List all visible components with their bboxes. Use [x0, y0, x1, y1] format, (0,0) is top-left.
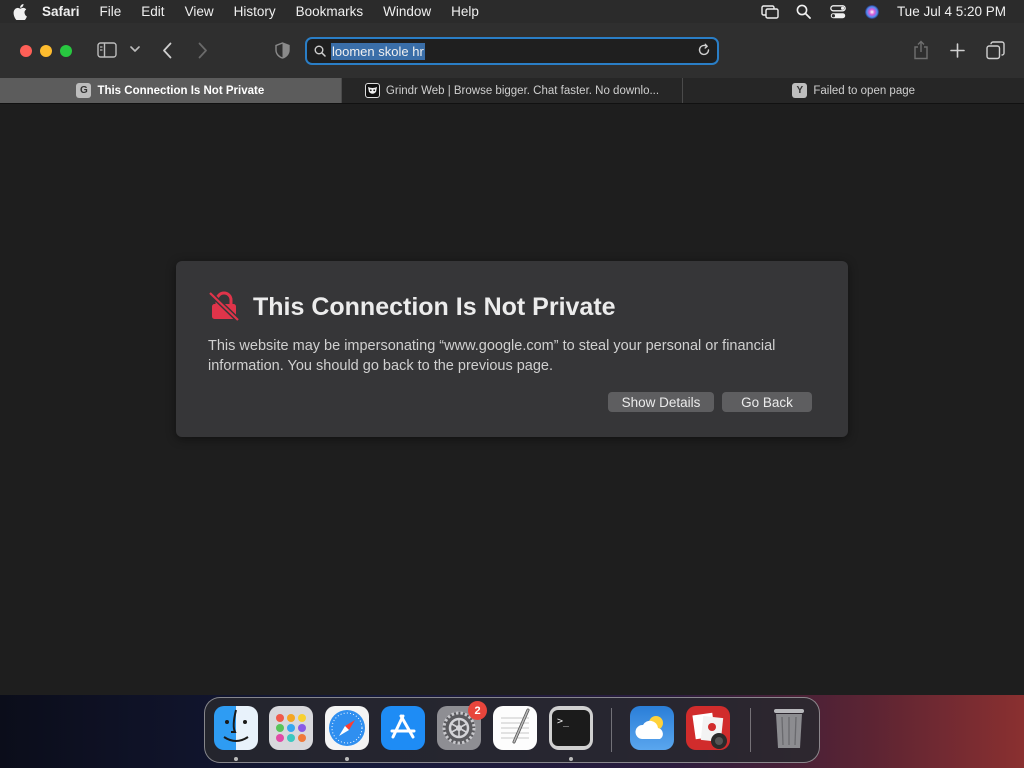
app-store-icon[interactable]: [381, 706, 425, 750]
address-bar[interactable]: loomen skole hr: [305, 37, 719, 65]
menu-file[interactable]: File: [90, 4, 132, 19]
address-input-value[interactable]: loomen skole hr: [331, 42, 425, 60]
tab-label: This Connection Is Not Private: [97, 84, 265, 97]
finder-running-indicator: [234, 757, 238, 761]
system-settings-icon[interactable]: 2: [437, 701, 487, 750]
go-back-button[interactable]: Go Back: [722, 392, 812, 412]
close-window-button[interactable]: [20, 45, 32, 57]
terminal-icon[interactable]: >_: [549, 706, 593, 750]
photo-booth-icon[interactable]: [686, 706, 730, 750]
menu-help[interactable]: Help: [441, 4, 489, 19]
yahoo-favicon-icon: Y: [792, 83, 808, 98]
tab-grindr[interactable]: Grindr Web | Browse bigger. Chat faster.…: [342, 78, 684, 103]
spotlight-search-icon[interactable]: [787, 4, 821, 19]
dock-separator: [750, 708, 751, 752]
google-favicon-icon: G: [76, 83, 92, 98]
notification-badge: 2: [468, 701, 487, 720]
tab-overview-icon[interactable]: [986, 41, 1005, 60]
minimize-window-button[interactable]: [40, 45, 52, 57]
privacy-shield-icon[interactable]: [275, 42, 290, 59]
finder-icon[interactable]: [214, 706, 258, 750]
dock: 2 >_: [204, 697, 820, 763]
dock-separator: [611, 708, 612, 752]
menu-bookmarks[interactable]: Bookmarks: [286, 4, 374, 19]
share-icon[interactable]: [913, 40, 929, 60]
menu-app-name[interactable]: Safari: [40, 4, 90, 19]
sidebar-toggle-icon[interactable]: [97, 42, 117, 58]
textedit-icon[interactable]: [493, 706, 537, 750]
forward-chevron-icon[interactable]: [198, 42, 208, 59]
menu-view[interactable]: View: [175, 4, 224, 19]
tab-label: Grindr Web | Browse bigger. Chat faster.…: [385, 84, 660, 97]
menu-bar: Safari File Edit View History Bookmarks …: [0, 0, 1024, 23]
tab-not-private[interactable]: G This Connection Is Not Private: [0, 78, 342, 103]
web-content: This Connection Is Not Private This webs…: [0, 105, 1024, 695]
tab-bar: G This Connection Is Not Private Grindr …: [0, 78, 1024, 104]
apple-menu-icon[interactable]: [0, 3, 40, 20]
new-tab-plus-icon[interactable]: [950, 43, 965, 58]
grindr-favicon-icon: [364, 83, 380, 98]
menu-window[interactable]: Window: [373, 4, 441, 19]
error-title: This Connection Is Not Private: [253, 293, 616, 321]
show-details-button[interactable]: Show Details: [608, 392, 714, 412]
siri-icon[interactable]: [855, 4, 889, 20]
safari-icon[interactable]: [325, 706, 369, 750]
tab-group-chevron-down-icon[interactable]: [130, 46, 140, 53]
menu-clock[interactable]: Tue Jul 4 5:20 PM: [889, 4, 1024, 19]
error-message: This website may be impersonating “www.g…: [208, 338, 776, 374]
tab-failed-to-open[interactable]: Y Failed to open page: [683, 78, 1024, 103]
trash-icon[interactable]: [767, 706, 811, 750]
tab-label: Failed to open page: [813, 84, 916, 97]
menu-edit[interactable]: Edit: [131, 4, 174, 19]
back-chevron-icon[interactable]: [162, 42, 172, 59]
broken-lock-warning-icon: [208, 291, 240, 326]
svg-text:>_: >_: [557, 716, 570, 727]
launchpad-icon[interactable]: [269, 706, 313, 750]
safari-running-indicator: [345, 757, 349, 761]
control-center-icon[interactable]: [821, 4, 855, 19]
screen-mirroring-icon[interactable]: [753, 4, 787, 19]
weather-icon[interactable]: [630, 706, 674, 750]
zoom-window-button[interactable]: [60, 45, 72, 57]
terminal-running-indicator: [569, 757, 573, 761]
address-search-icon: [309, 45, 331, 57]
menu-history[interactable]: History: [224, 4, 286, 19]
reload-icon[interactable]: [697, 43, 711, 62]
browser-toolbar: loomen skole hr: [0, 23, 1024, 78]
certificate-warning-panel: This Connection Is Not Private This webs…: [176, 261, 848, 437]
